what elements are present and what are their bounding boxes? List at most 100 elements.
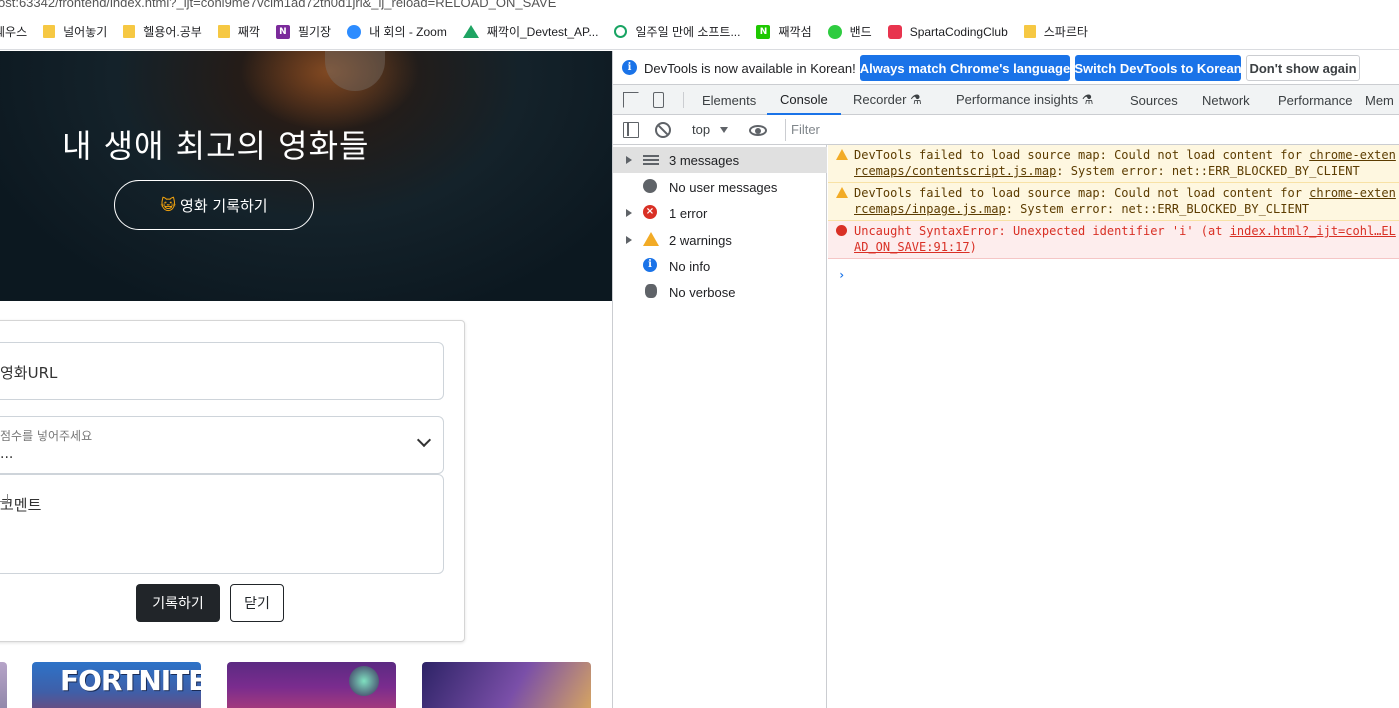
console-error-message[interactable]: Uncaught SyntaxError: Unexpected identif… <box>828 221 1399 259</box>
tab-performance-insights[interactable]: Performance insights ⚗ <box>956 85 1093 115</box>
record-movie-button[interactable]: 😺 영화 기록하기 <box>114 180 314 230</box>
expand-arrow-icon[interactable] <box>626 209 632 217</box>
user-icon <box>643 179 657 193</box>
bookmark-label: 헬용어.공부 <box>143 25 202 39</box>
source-link[interactable]: rcemaps/contentscript.js.map <box>854 164 1056 178</box>
bookmark-label: 내 회의 - Zoom <box>369 25 447 39</box>
green-circle-icon <box>614 25 628 38</box>
list-icon <box>643 155 659 165</box>
score-select[interactable]: 점수를 넣어주세요 ... <box>0 416 444 474</box>
sparta-icon <box>887 24 902 39</box>
bookmark-item[interactable]: 째깍 <box>210 18 268 46</box>
bookmark-item[interactable]: 째깍이_Devtest_AP... <box>455 18 607 46</box>
warning-icon <box>836 187 848 198</box>
bookmark-item[interactable]: 일주일 만에 소프트... <box>606 18 748 46</box>
tab-memory[interactable]: Mem <box>1365 85 1394 115</box>
devtools-panel: i DevTools is now available in Korean! A… <box>612 51 1399 708</box>
bookmark-label: 째깍이_Devtest_AP... <box>486 25 599 39</box>
bug-icon <box>645 284 657 298</box>
eye-icon[interactable] <box>749 125 767 136</box>
expand-arrow-icon[interactable] <box>626 156 632 164</box>
sidebar-item-user-messages[interactable]: No user messages <box>613 174 827 200</box>
device-toolbar-icon[interactable] <box>653 92 664 108</box>
url-text: ost:63342/frontend/index.html?_ijt=cohl9… <box>0 0 557 10</box>
post-form-card: 영화URL 점수를 넣어주세요 ... 코멘트 기록하기 닫기 <box>0 320 465 642</box>
devtools-language-banner: i DevTools is now available in Korean! A… <box>613 51 1399 85</box>
sidebar-item-warnings[interactable]: 2 warnings <box>613 227 827 253</box>
sidebar-item-messages[interactable]: 3 messages <box>613 147 827 173</box>
console-prompt-icon[interactable]: › <box>838 268 845 282</box>
comment-textarea[interactable]: 코멘트 <box>0 474 444 574</box>
bookmark-label: 널어놓기 <box>63 25 108 39</box>
sidebar-item-info[interactable]: i No info <box>613 253 827 279</box>
band-icon <box>827 24 842 39</box>
console-filter-input[interactable]: Filter <box>785 119 1399 141</box>
source-link[interactable]: index.html?_ijt=cohl…EL <box>1230 224 1396 238</box>
sidebar-item-errors[interactable]: × 1 error <box>613 200 827 226</box>
console-toolbar: top Filter <box>613 115 1399 145</box>
tab-performance[interactable]: Performance <box>1278 85 1352 115</box>
resize-grip-icon[interactable] <box>0 494 8 502</box>
movie-url-input[interactable]: 영화URL <box>0 342 444 400</box>
bookmark-item[interactable]: 밴드 <box>820 18 880 46</box>
close-button[interactable]: 닫기 <box>230 584 284 622</box>
divider <box>683 92 684 108</box>
bookmark-item[interactable]: 스파르타 <box>1016 18 1096 46</box>
message-line: DevTools failed to load source map: Coul… <box>854 186 1310 200</box>
tab-sources[interactable]: Sources <box>1130 85 1178 115</box>
expand-arrow-icon[interactable] <box>626 236 632 244</box>
page-title: 내 생애 최고의 영화들 <box>62 127 370 165</box>
folder-icon <box>1023 25 1036 38</box>
bookmark-item[interactable]: SpartaCodingClub <box>880 18 1016 46</box>
thumbnail-title: FORTNITE <box>60 664 201 697</box>
clear-console-icon[interactable] <box>655 122 671 138</box>
message-line: ) <box>969 240 977 254</box>
bookmark-label: 밴드 <box>849 25 872 39</box>
message-line: DevTools failed to load source map: Coul… <box>854 148 1310 162</box>
bookmark-item[interactable]: 헬용어.공부 <box>115 18 210 46</box>
dont-show-again-button[interactable]: Don't show again <box>1246 55 1360 81</box>
movie-thumbnail[interactable] <box>0 662 7 708</box>
devtools-tab-bar: Elements Console Recorder ⚗ Performance … <box>613 85 1399 115</box>
inspect-element-icon[interactable] <box>623 92 639 108</box>
banner-message: DevTools is now available in Korean! <box>644 61 856 76</box>
tab-recorder[interactable]: Recorder ⚗ <box>853 85 922 115</box>
message-line: : System error: net::ERR_BLOCKED_BY_CLIE… <box>1005 202 1310 216</box>
sidebar-item-verbose[interactable]: No verbose <box>613 279 827 305</box>
tab-console[interactable]: Console <box>767 85 841 115</box>
source-link[interactable]: rcemaps/inpage.js.map <box>854 202 1006 216</box>
console-output: DevTools failed to load source map: Coul… <box>828 145 1399 708</box>
console-warning-message[interactable]: DevTools failed to load source map: Coul… <box>828 183 1399 221</box>
sidebar-toggle-icon[interactable] <box>623 122 639 138</box>
sidebar-item-label: 3 messages <box>669 153 740 168</box>
message-line: : System error: net::ERR_BLOCKED_BY_CLIE… <box>1056 164 1360 178</box>
bookmark-label: 째깍섬 <box>778 25 812 39</box>
switch-korean-button[interactable]: Switch DevTools to Korean <box>1074 55 1242 81</box>
console-warning-message[interactable]: DevTools failed to load source map: Coul… <box>828 145 1399 183</box>
movie-thumbnail[interactable]: FORTNITE <box>32 662 201 708</box>
warning-icon <box>643 232 659 246</box>
record-movie-label: 영화 기록하기 <box>180 196 268 215</box>
source-link[interactable]: chrome-exten <box>1309 148 1396 162</box>
bookmark-item[interactable]: 널어놓기 <box>35 18 115 46</box>
source-link[interactable]: AD_ON_SAVE:91:17 <box>854 240 970 254</box>
caret-down-icon[interactable] <box>720 127 728 133</box>
bookmark-item[interactable]: N 필기장 <box>268 18 339 46</box>
tab-elements[interactable]: Elements <box>702 85 756 115</box>
info-icon: i <box>622 60 637 75</box>
tab-network[interactable]: Network <box>1202 85 1250 115</box>
save-button[interactable]: 기록하기 <box>136 584 220 622</box>
bookmark-item[interactable]: 내 회의 - Zoom <box>339 18 455 46</box>
context-selector[interactable]: top <box>692 122 710 137</box>
info-icon: i <box>643 258 657 272</box>
bookmark-label: 째깍 <box>237 25 260 39</box>
cat-emoji-icon: 😺 <box>160 196 177 214</box>
address-bar[interactable]: ost:63342/frontend/index.html?_ijt=cohl9… <box>0 0 1399 14</box>
source-link[interactable]: chrome-exten <box>1309 186 1396 200</box>
match-language-button[interactable]: Always match Chrome's language <box>860 55 1070 81</box>
movie-thumbnail[interactable] <box>227 662 396 708</box>
bookmark-label: 웨우스 <box>0 25 28 39</box>
bookmark-item[interactable]: N 째깍섬 <box>748 18 819 46</box>
movie-thumbnail[interactable] <box>422 662 591 708</box>
bookmark-item[interactable]: 웨우스 <box>0 18 35 46</box>
